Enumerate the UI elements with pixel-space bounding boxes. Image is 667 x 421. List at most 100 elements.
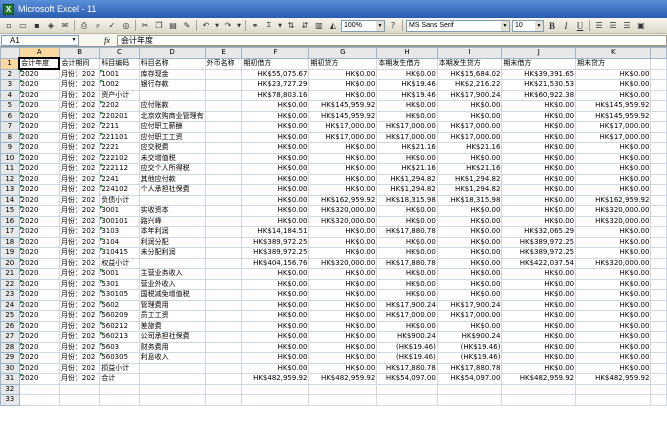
cell-h24[interactable]: HK$17,900.24 — [376, 299, 438, 311]
cell-a22[interactable]: 2020 — [18, 278, 60, 290]
row-header[interactable]: 33 — [0, 394, 20, 406]
cell-e16[interactable] — [204, 215, 243, 227]
cell-f19[interactable]: HK$389,972.25 — [241, 247, 310, 259]
cell-b7[interactable]: 月份：202 — [58, 121, 101, 133]
row-header[interactable]: 10 — [0, 152, 20, 164]
row-header[interactable]: 28 — [0, 341, 20, 353]
cell-i18[interactable]: HK$0.00 — [436, 236, 503, 248]
cell-g33[interactable] — [308, 394, 378, 406]
cell-d23[interactable]: 国税减免增值税 — [138, 289, 206, 301]
cell-e22[interactable] — [204, 278, 243, 290]
cell-d24[interactable]: 管理费用 — [138, 299, 206, 311]
cell-e25[interactable] — [204, 310, 243, 322]
cell-h30[interactable]: HK$17,880.78 — [376, 362, 438, 374]
cell-a3[interactable]: 2020 — [18, 79, 60, 91]
cell-f29[interactable]: HK$0.00 — [241, 352, 310, 364]
cell-h19[interactable]: HK$0.00 — [376, 247, 438, 259]
row-header[interactable]: 22 — [0, 278, 20, 290]
cell-c9[interactable]: 2221 — [99, 142, 140, 154]
cell-h11[interactable]: HK$21.16 — [376, 163, 438, 175]
cell-e18[interactable] — [204, 236, 243, 248]
row-header[interactable]: 1 — [0, 57, 20, 70]
cell-d16[interactable]: 路兴峰 — [138, 215, 206, 227]
cell-k5[interactable]: HK$145,959.92 — [575, 100, 652, 112]
cell-j25[interactable]: HK$0.00 — [501, 310, 577, 322]
cell-f23[interactable]: HK$0.00 — [241, 289, 310, 301]
cell-j10[interactable]: HK$0.00 — [501, 152, 577, 164]
row-header[interactable]: 32 — [0, 383, 20, 395]
cell-j14[interactable]: HK$0.00 — [501, 194, 577, 206]
email-icon[interactable]: ✉ — [59, 20, 71, 32]
cell-e5[interactable] — [204, 100, 243, 112]
hyperlink-icon[interactable]: ⚭ — [249, 20, 261, 32]
cell-f33[interactable] — [241, 394, 310, 406]
cell-d9[interactable]: 应交税费 — [138, 142, 206, 154]
row-header[interactable]: 17 — [0, 226, 20, 238]
row-header[interactable]: 5 — [0, 100, 20, 112]
cell-k2[interactable]: HK$0.00 — [575, 68, 652, 80]
column-header-d[interactable]: D — [138, 47, 206, 59]
cell-c4[interactable]: 资产小计 — [99, 89, 140, 101]
cell-i1[interactable]: 本期发生贷方 — [436, 57, 503, 70]
cell-j27[interactable]: HK$0.00 — [501, 331, 577, 343]
row-header[interactable]: 11 — [0, 163, 20, 175]
cell-i21[interactable]: HK$0.00 — [436, 268, 503, 280]
cell-d4[interactable] — [138, 89, 206, 101]
row-header[interactable]: 19 — [0, 247, 20, 259]
cell-b23[interactable]: 月份：202 — [58, 289, 101, 301]
name-box-dropdown-icon[interactable]: ▼ — [70, 36, 78, 45]
cell-f26[interactable]: HK$0.00 — [241, 320, 310, 332]
cell-d28[interactable]: 财务费用 — [138, 341, 206, 353]
underline-button[interactable]: U — [574, 20, 586, 32]
cell-k24[interactable]: HK$0.00 — [575, 299, 652, 311]
spelling-icon[interactable]: ✓ — [106, 20, 118, 32]
cell-h3[interactable]: HK$19.46 — [376, 79, 438, 91]
cell-k32[interactable] — [575, 383, 652, 395]
cell-f4[interactable]: HK$78,803.16 — [241, 89, 310, 101]
cell-i31[interactable]: HK$54,097.00 — [436, 373, 503, 385]
undo-icon[interactable]: ↶ — [200, 20, 212, 32]
cell-e7[interactable] — [204, 121, 243, 133]
font-size-dropdown-icon[interactable]: ▼ — [535, 20, 543, 31]
cell-f9[interactable]: HK$0.00 — [241, 142, 310, 154]
cell-b6[interactable]: 月份：202 — [58, 110, 101, 122]
cell-c28[interactable]: 5603 — [99, 341, 140, 353]
cell-d10[interactable]: 未交增值税 — [138, 152, 206, 164]
cell-h33[interactable] — [376, 394, 438, 406]
cell-h16[interactable]: HK$0.00 — [376, 215, 438, 227]
cell-e19[interactable] — [204, 247, 243, 259]
cell-k19[interactable]: HK$0.00 — [575, 247, 652, 259]
cell-c12[interactable]: 2241 — [99, 173, 140, 185]
print-preview-icon[interactable]: ⌕ — [92, 20, 104, 32]
cell-c27[interactable]: 560213 — [99, 331, 140, 343]
cell-e31[interactable] — [204, 373, 243, 385]
row-header[interactable]: 9 — [0, 142, 20, 154]
cell-g6[interactable]: HK$145,959.92 — [308, 110, 378, 122]
cell-b4[interactable]: 月份：202 — [58, 89, 101, 101]
name-box[interactable]: A1 ▼ — [1, 34, 79, 46]
cell-d19[interactable]: 未分配利润 — [138, 247, 206, 259]
cell-h15[interactable]: HK$0.00 — [376, 205, 438, 217]
cell-c17[interactable]: 3103 — [99, 226, 140, 238]
cell-i11[interactable]: HK$21.16 — [436, 163, 503, 175]
cell-a33[interactable] — [18, 394, 60, 406]
cell-i29[interactable]: (HK$19.46) — [436, 352, 503, 364]
cell-j12[interactable]: HK$0.00 — [501, 173, 577, 185]
cell-a10[interactable]: 2020 — [18, 152, 60, 164]
cell-j29[interactable]: HK$0.00 — [501, 352, 577, 364]
cell-a6[interactable]: 2020 — [18, 110, 60, 122]
cell-d11[interactable]: 应交个人所得税 — [138, 163, 206, 175]
row-header[interactable]: 6 — [0, 110, 20, 122]
cell-b2[interactable]: 月份：202 — [58, 68, 101, 80]
cell-d29[interactable]: 利息收入 — [138, 352, 206, 364]
cell-j4[interactable]: HK$60,922.38 — [501, 89, 577, 101]
cell-c7[interactable]: 2211 — [99, 121, 140, 133]
cell-k4[interactable]: HK$0.00 — [575, 89, 652, 101]
cell-b19[interactable]: 月份：202 — [58, 247, 101, 259]
cell-g26[interactable]: HK$0.00 — [308, 320, 378, 332]
cell-h29[interactable]: (HK$19.46) — [376, 352, 438, 364]
cell-d31[interactable] — [138, 373, 206, 385]
cell-a8[interactable]: 2020 — [18, 131, 60, 143]
cell-e1[interactable]: 外币名称 — [204, 57, 243, 70]
cell-g17[interactable]: HK$0.00 — [308, 226, 378, 238]
